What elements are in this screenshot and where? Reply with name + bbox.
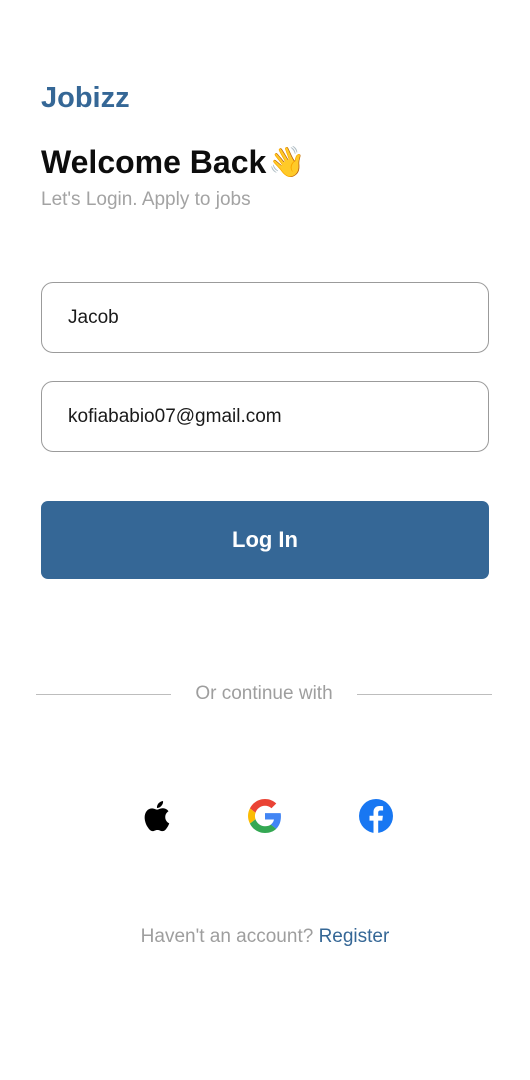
- apple-icon: [144, 800, 170, 832]
- waving-hand-icon: 👋: [268, 145, 306, 179]
- email-field[interactable]: [41, 381, 489, 452]
- apple-login-button[interactable]: [137, 797, 175, 835]
- google-login-button[interactable]: [246, 797, 284, 835]
- google-icon: [248, 799, 281, 833]
- login-screen: Jobizz Welcome Back 👋 Let's Login. Apply…: [0, 0, 530, 1080]
- email-input[interactable]: [42, 382, 488, 451]
- divider-text: Or continue with: [195, 683, 333, 704]
- name-field[interactable]: [41, 282, 489, 353]
- page-title: Welcome Back: [41, 144, 267, 180]
- title-row: Welcome Back 👋: [41, 144, 306, 181]
- login-button[interactable]: Log In: [41, 501, 489, 579]
- brand-logo: Jobizz: [41, 82, 130, 114]
- register-prompt: Haven't an account? Register: [0, 926, 530, 948]
- facebook-icon: [359, 799, 393, 833]
- name-input[interactable]: [42, 283, 488, 352]
- register-prompt-text: Haven't an account?: [140, 926, 314, 947]
- register-link[interactable]: Register: [319, 926, 390, 947]
- divider-line-right: [357, 693, 492, 695]
- facebook-login-button[interactable]: [357, 797, 395, 835]
- social-divider: Or continue with: [36, 683, 492, 705]
- divider-line-left: [36, 693, 171, 695]
- page-subtitle: Let's Login. Apply to jobs: [41, 189, 251, 210]
